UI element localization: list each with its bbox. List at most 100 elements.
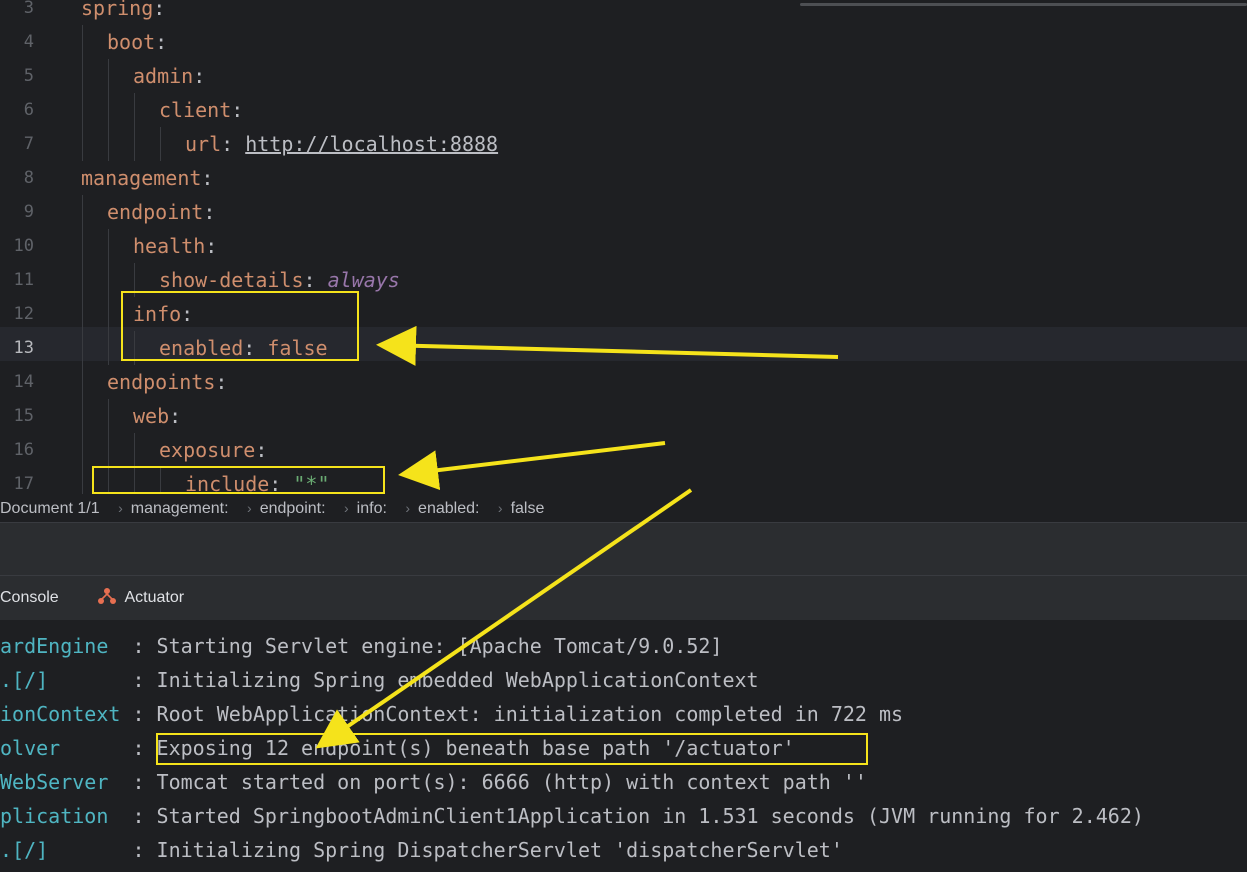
breadcrumb: Document 1/1 › management: › endpoint: › in… — [0, 494, 1247, 522]
line-number[interactable]: 5 — [0, 59, 34, 93]
breadcrumb-item-enabled[interactable]: enabled: — [418, 500, 479, 517]
yaml-colon: : — [193, 64, 206, 88]
yaml-key: exposure — [159, 438, 256, 462]
indent-guide — [108, 93, 109, 127]
indent-guide — [108, 297, 109, 331]
indent-guide — [82, 195, 83, 229]
logger-name[interactable]: WebServer — [0, 770, 132, 794]
yaml-colon: : — [169, 404, 182, 428]
indent-guide — [82, 297, 83, 331]
line-number[interactable]: 14 — [0, 365, 34, 399]
actuator-icon — [98, 588, 116, 604]
code-line[interactable]: 10 health: — [0, 229, 1247, 263]
code-line[interactable]: 8 management: — [0, 161, 1247, 195]
yaml-colon: : — [215, 370, 228, 394]
breadcrumb-item-endpoint[interactable]: endpoint: — [260, 500, 326, 517]
breadcrumb-item-false[interactable]: false — [511, 500, 545, 517]
log-message: : Tomcat started on port(s): 6666 (http)… — [132, 770, 867, 794]
code-line[interactable]: 14 endpoints: — [0, 365, 1247, 399]
logger-name[interactable]: olver — [0, 736, 132, 760]
indent-guide — [134, 93, 135, 127]
breadcrumb-item-management[interactable]: management: — [131, 500, 229, 517]
annotation-box-exposing — [156, 733, 868, 765]
yaml-key: client — [159, 98, 232, 122]
line-number[interactable]: 15 — [0, 399, 34, 433]
log-message: : Started SpringbootAdminClient1Applicat… — [132, 804, 1144, 828]
yaml-key: admin — [133, 64, 194, 88]
code-line[interactable]: 15 web: — [0, 399, 1247, 433]
code-text: client: — [159, 93, 243, 127]
code-text: endpoint: — [107, 195, 215, 229]
code-line[interactable]: 9 endpoint: — [0, 195, 1247, 229]
panel-splitter[interactable] — [0, 522, 1247, 576]
console-line: .[/] : Initializing Spring DispatcherSer… — [0, 833, 843, 867]
code-line[interactable]: 5 admin: — [0, 59, 1247, 93]
yaml-editor[interactable]: 3 spring: 4 boot: 5 admin: 6 client: 7 url: http:… — [0, 0, 1247, 494]
logger-name[interactable]: plication — [0, 804, 132, 828]
yaml-colon: : — [255, 438, 268, 462]
line-number[interactable]: 13 — [0, 331, 34, 365]
yaml-colon: : — [205, 234, 218, 258]
tool-window-tabs: Console Actuator — [0, 575, 1247, 620]
indent-guide — [82, 263, 83, 297]
line-number[interactable]: 8 — [0, 161, 34, 195]
chevron-right-icon: › — [247, 500, 252, 516]
line-number[interactable]: 11 — [0, 263, 34, 297]
console-line: ardEngine : Starting Servlet engine: [Ap… — [0, 629, 722, 663]
yaml-key: show-details — [159, 268, 304, 292]
indent-guide — [82, 127, 83, 161]
logger-name[interactable]: ardEngine — [0, 634, 132, 658]
indent-guide — [108, 331, 109, 365]
line-number[interactable]: 9 — [0, 195, 34, 229]
yaml-key: url — [185, 132, 222, 156]
indent-guide — [108, 127, 109, 161]
code-line[interactable]: 4 boot: — [0, 25, 1247, 59]
console-line: .[/] : Initializing Spring embedded WebA… — [0, 663, 759, 697]
indent-guide — [108, 263, 109, 297]
logger-name[interactable]: .[/] — [0, 668, 132, 692]
indent-guide — [82, 25, 83, 59]
line-number[interactable]: 17 — [0, 467, 34, 494]
log-message: : — [132, 736, 157, 760]
breadcrumb-item-info[interactable]: info: — [357, 500, 387, 517]
line-number[interactable]: 4 — [0, 25, 34, 59]
line-number[interactable]: 12 — [0, 297, 34, 331]
yaml-value: always — [327, 268, 400, 292]
code-line[interactable]: 7 url: http://localhost:8888 — [0, 127, 1247, 161]
tab-actuator-label: Actuator — [124, 589, 185, 606]
code-line[interactable]: 6 client: — [0, 93, 1247, 127]
indent-guide — [134, 127, 135, 161]
line-number[interactable]: 3 — [0, 0, 34, 25]
line-number[interactable]: 10 — [0, 229, 34, 263]
line-number[interactable]: 6 — [0, 93, 34, 127]
line-number[interactable]: 16 — [0, 433, 34, 467]
logger-name[interactable]: ionContext — [0, 702, 132, 726]
indent-guide — [82, 59, 83, 93]
yaml-colon: : — [153, 0, 166, 20]
indent-guide — [134, 433, 135, 467]
code-text: exposure: — [159, 433, 267, 467]
yaml-key: boot — [107, 30, 156, 54]
code-text: web: — [133, 399, 181, 433]
tab-console-label: Console — [0, 589, 59, 606]
yaml-key: endpoint — [107, 200, 204, 224]
chevron-right-icon: › — [344, 500, 349, 516]
annotation-box-include — [92, 466, 385, 494]
line-number[interactable]: 7 — [0, 127, 34, 161]
tab-actuator[interactable]: Actuator — [97, 576, 184, 620]
code-line[interactable]: 3 spring: — [0, 0, 1247, 25]
code-line[interactable]: 16 exposure: — [0, 433, 1247, 467]
indent-guide — [160, 127, 161, 161]
yaml-key: endpoints — [107, 370, 216, 394]
log-message: : Initializing Spring DispatcherServlet … — [132, 838, 843, 862]
yaml-value[interactable]: http://localhost:8888 — [245, 132, 498, 156]
console-line: plication : Started SpringbootAdminClien… — [0, 799, 1144, 833]
breadcrumb-document[interactable]: Document 1/1 — [0, 500, 100, 517]
console-line: ionContext : Root WebApplicationContext:… — [0, 697, 903, 731]
annotation-box-info-enabled — [121, 291, 359, 361]
yaml-colon: : — [201, 166, 214, 190]
tab-console[interactable]: Console — [0, 576, 59, 620]
logger-name[interactable]: .[/] — [0, 838, 132, 862]
chevron-right-icon: › — [405, 500, 411, 516]
log-message: : Root WebApplicationContext: initializa… — [132, 702, 904, 726]
